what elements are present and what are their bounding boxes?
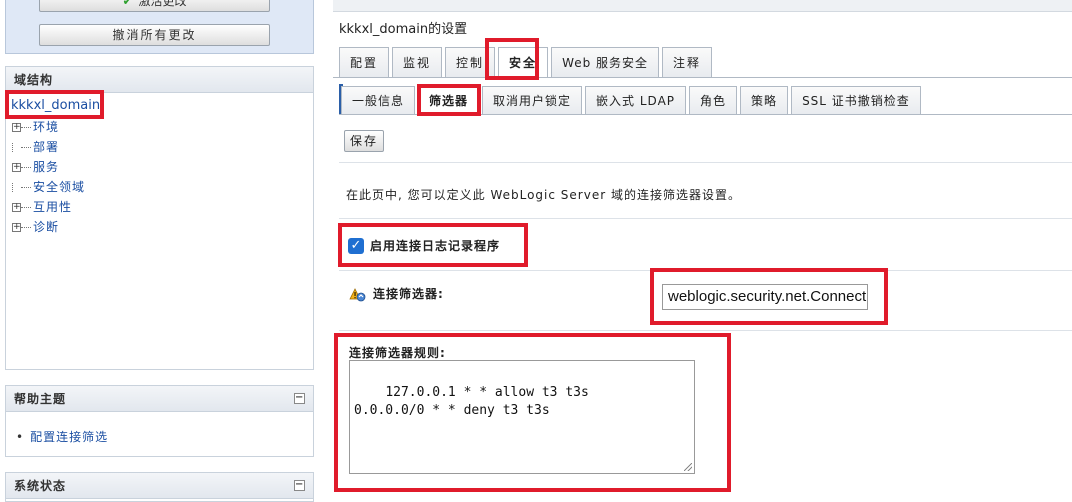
divider <box>339 162 1072 163</box>
security-subtabs: 一般信息 筛选器 取消用户锁定 嵌入式 LDAP 角色 策略 SSL 证书撤销检… <box>341 86 924 114</box>
tree-connector <box>12 182 21 192</box>
tree-item-label: 安全领域 <box>33 180 86 194</box>
page-title-suffix: 的设置 <box>428 22 468 37</box>
tree-item-deployments[interactable]: 部署 <box>12 137 85 157</box>
help-topic-link[interactable]: • 配置连接筛选 <box>16 428 108 445</box>
tree-connector <box>12 142 21 152</box>
domain-root-link[interactable]: kkkxl_domain <box>11 98 100 113</box>
connection-filter-rules-label: 连接筛选器规则: <box>349 346 446 360</box>
system-status-header: 系统状态 − <box>6 473 313 499</box>
tree-connector <box>21 166 31 168</box>
tab-configuration[interactable]: 配置 <box>339 47 390 77</box>
intro-text: 在此页中, 您可以定义此 WebLogic Server 域的连接筛选器设置。 <box>346 188 741 202</box>
tree-item-label: 互用性 <box>33 200 73 214</box>
enable-logging-label: 启用连接日志记录程序 <box>370 239 501 253</box>
tab-control[interactable]: 控制 <box>445 47 496 77</box>
main-content: kkkxl_domain的设置 配置 监视 控制 安全 Web 服务安全 注释 … <box>333 0 1072 497</box>
subtab-roles[interactable]: 角色 <box>689 86 738 114</box>
left-sidebar: ✔ 激活更改 撤消所有更改 域结构 kkkxl_domain + 环境 部署 + 服务… <box>0 0 322 502</box>
bullet-icon: • <box>16 430 25 444</box>
help-topic-label: 配置连接筛选 <box>30 430 109 444</box>
tree-connector <box>21 146 31 148</box>
subtab-ssl-revocation[interactable]: SSL 证书撤销检查 <box>791 86 921 114</box>
tab-web-services-security[interactable]: Web 服务安全 <box>551 47 660 77</box>
enable-logging-checkbox[interactable]: ✓ <box>348 237 364 254</box>
undo-all-changes-button[interactable]: 撤消所有更改 <box>39 24 270 46</box>
top-strip <box>333 0 1072 12</box>
tab-security[interactable]: 安全 <box>498 47 549 78</box>
tree-item-environment[interactable]: + 环境 <box>12 117 85 137</box>
connection-filter-row: 连接筛选器: <box>348 285 444 302</box>
restart-required-icon <box>348 286 366 302</box>
connection-filter-label: 连接筛选器: <box>373 287 444 301</box>
expand-icon[interactable]: + <box>12 202 21 212</box>
save-button[interactable]: 保存 <box>344 130 384 152</box>
help-topics-panel: 帮助主题 − • 配置连接筛选 <box>5 385 314 457</box>
subtab-filter[interactable]: 筛选器 <box>418 86 480 114</box>
tree-connector <box>21 226 31 228</box>
tree-connector <box>21 186 31 188</box>
subtab-general[interactable]: 一般信息 <box>341 86 416 114</box>
change-center-panel: ✔ 激活更改 撤消所有更改 <box>5 0 314 54</box>
checkmark-icon: ✔ <box>122 0 133 8</box>
subtab-unlock-user[interactable]: 取消用户锁定 <box>482 86 583 114</box>
tab-notes[interactable]: 注释 <box>662 47 713 77</box>
tab-monitoring[interactable]: 监视 <box>392 47 443 77</box>
collapse-icon[interactable]: − <box>294 393 305 404</box>
domain-structure-panel: 域结构 kkkxl_domain + 环境 部署 + 服务 安全领域 + 互用性 + 诊… <box>5 66 314 370</box>
domain-tree: + 环境 部署 + 服务 安全领域 + 互用性 + 诊断 <box>12 117 85 237</box>
connection-filter-rules-textarea[interactable]: 127.0.0.1 * * allow t3 t3s 0.0.0.0/0 * *… <box>349 360 695 474</box>
connection-filter-input[interactable]: weblogic.security.net.ConnectionFilterIm… <box>662 284 868 310</box>
divider <box>339 270 1072 271</box>
main-tabs: 配置 监视 控制 安全 Web 服务安全 注释 <box>339 47 715 78</box>
help-topics-title: 帮助主题 <box>14 392 67 406</box>
help-topics-header: 帮助主题 − <box>6 386 313 412</box>
expand-icon[interactable]: + <box>12 222 21 232</box>
expand-icon[interactable]: + <box>12 162 21 172</box>
enable-logging-row: ✓ 启用连接日志记录程序 <box>348 237 500 254</box>
subtab-embedded-ldap[interactable]: 嵌入式 LDAP <box>585 86 687 114</box>
tree-item-label: 诊断 <box>33 220 60 234</box>
tree-connector <box>21 126 31 128</box>
tree-item-services[interactable]: + 服务 <box>12 157 85 177</box>
system-status-panel: 系统状态 − <box>5 472 314 502</box>
connection-filter-rules-text: 127.0.0.1 * * allow t3 t3s 0.0.0.0/0 * *… <box>354 385 589 418</box>
tree-item-label: 部署 <box>33 140 60 154</box>
resize-handle-icon[interactable] <box>684 463 692 471</box>
tree-item-diagnostics[interactable]: + 诊断 <box>12 217 85 237</box>
tree-connector <box>21 206 31 208</box>
system-status-title: 系统状态 <box>14 479 67 493</box>
expand-icon[interactable]: + <box>12 122 21 132</box>
tree-item-label: 服务 <box>33 160 60 174</box>
domain-structure-header: 域结构 <box>6 67 313 93</box>
tree-item-label: 环境 <box>33 120 60 134</box>
divider <box>339 218 1072 219</box>
activate-changes-button[interactable]: ✔ 激活更改 <box>39 0 270 12</box>
collapse-icon[interactable]: − <box>294 480 305 491</box>
page-title-domain: kkkxl_domain <box>339 22 429 37</box>
divider <box>339 330 1072 331</box>
subtab-policies[interactable]: 策略 <box>740 86 789 114</box>
page-title: kkkxl_domain的设置 <box>339 18 467 37</box>
tabs-divider <box>333 77 1072 78</box>
activate-changes-label: 激活更改 <box>138 0 187 8</box>
tree-item-security-realms[interactable]: 安全领域 <box>12 177 85 197</box>
tree-item-interoperability[interactable]: + 互用性 <box>12 197 85 217</box>
